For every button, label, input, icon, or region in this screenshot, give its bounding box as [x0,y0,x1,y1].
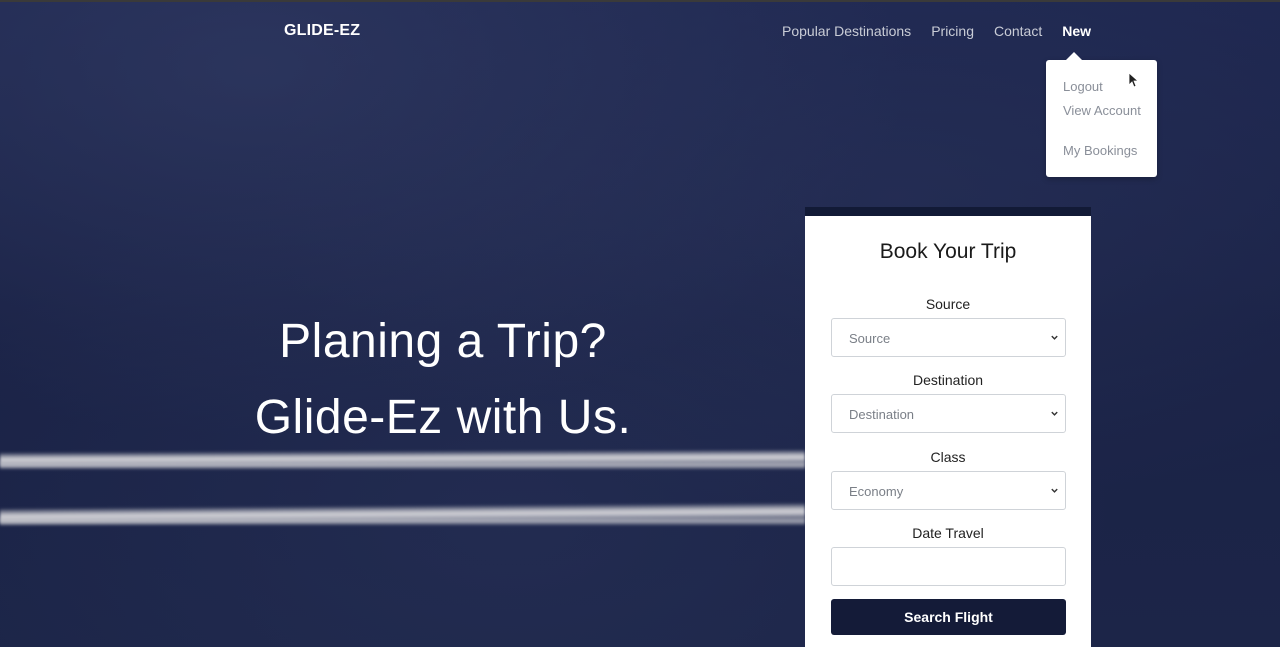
top-navbar: GLIDE-EZ Popular Destinations Pricing Co… [0,2,1280,64]
date-travel-input[interactable] [831,547,1066,586]
chevron-down-icon [1051,335,1058,340]
date-travel-label: Date Travel [912,525,984,541]
nav-link-pricing[interactable]: Pricing [931,23,974,39]
hero-heading-line-1: Planing a Trip? [279,315,607,368]
nav-link-contact[interactable]: Contact [994,23,1042,39]
hero-heading-line-2: Glide-Ez with Us. [254,391,632,444]
booking-form-title: Book Your Trip [879,240,1017,263]
destination-label: Destination [912,372,984,388]
booking-form-card: Book Your Trip Source Source Destination… [805,216,1091,647]
destination-select[interactable]: Destination [831,394,1066,433]
source-select[interactable]: Source [831,318,1066,357]
nav-links: Popular Destinations Pricing Contact New [782,23,1091,39]
search-flight-button[interactable]: Search Flight [831,599,1066,635]
destination-select-value: Destination [849,407,915,422]
source-label: Source [925,296,971,312]
dropdown-item-my-bookings[interactable]: My Bookings [1063,143,1143,158]
contrail-upper-inner [0,460,805,470]
class-label: Class [930,449,966,465]
source-select-value: Source [849,331,891,346]
brand-logo[interactable]: GLIDE-EZ [284,22,360,40]
dropdown-item-view-account[interactable]: View Account [1063,103,1143,118]
nav-link-popular-destinations[interactable]: Popular Destinations [782,23,911,39]
nav-link-new[interactable]: New [1062,23,1091,39]
account-dropdown-menu: Logout View Account My Bookings [1046,52,1157,177]
chevron-down-icon [1051,488,1058,493]
booking-card-top-bar [805,207,1091,216]
mouse-cursor-icon [1128,72,1140,88]
chevron-down-icon [1051,411,1058,416]
class-select-value: Economy [849,484,904,499]
contrail-lower-inner [0,516,805,526]
class-select[interactable]: Economy [831,471,1066,510]
